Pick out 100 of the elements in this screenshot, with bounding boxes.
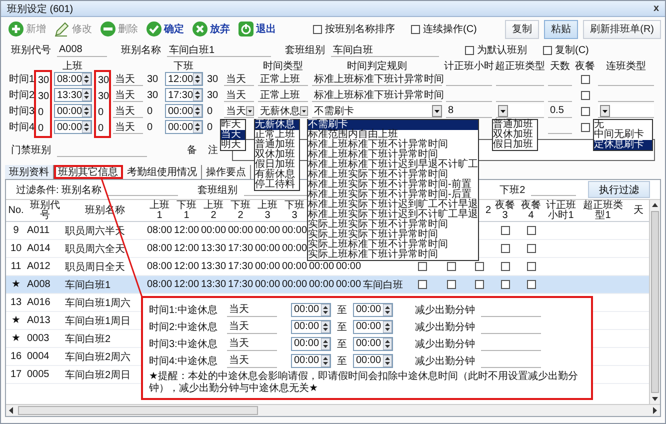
table-cell: 13:30	[201, 279, 226, 290]
table-cell-text: 职员周日全天	[65, 260, 125, 274]
table-cell: 0004	[27, 351, 50, 362]
table-cell: 16	[10, 351, 22, 362]
table-cell: 00:00	[255, 225, 280, 236]
minutes-label: 减少出勤分钟	[415, 354, 475, 368]
table-cell: 13:30	[201, 243, 226, 254]
table-cell: 0003	[27, 333, 50, 344]
column-header: 计正班小时1	[545, 200, 577, 220]
table-cell: 0005	[27, 369, 50, 380]
table-cell: 00:00	[282, 261, 308, 272]
table-cell: 17:30	[228, 243, 254, 254]
filter-label: 过滤条件: 班别名称	[16, 184, 102, 196]
column-header: 下班	[172, 60, 194, 71]
table-cell: A011	[27, 225, 50, 236]
table-cell: 12:00	[174, 225, 200, 236]
table-cell: 12:00	[174, 261, 200, 272]
table-cell: 00:00	[336, 261, 362, 272]
table-cell-text: 车间白班1周日	[65, 314, 131, 328]
checkbox-label: 复制(C)	[555, 44, 589, 57]
time-label: 时间3	[9, 104, 35, 118]
table-cell: 13	[10, 297, 22, 308]
column-header: 班别代号	[29, 200, 61, 220]
star-icon: ★	[12, 315, 20, 326]
table-cell: 00:00	[255, 261, 280, 272]
to-label: 至	[337, 304, 347, 316]
column-header: 2	[485, 206, 491, 216]
star-icon: ★	[12, 333, 20, 344]
table-cell-text: 车间白班2	[65, 332, 111, 346]
checkbox-label: 按班别名称排序	[325, 22, 395, 36]
time-label: 时间1	[9, 72, 35, 86]
table-cell: A016	[27, 297, 50, 308]
filter-label: 套班组别	[198, 184, 238, 196]
window-title: 班别设定 (601)	[7, 2, 74, 16]
time-label: 时间4	[9, 120, 35, 134]
table-cell: 12:00	[174, 279, 200, 290]
table-cell: A012	[27, 261, 50, 272]
column-header: 超正班类型	[494, 60, 546, 71]
checkbox-label: 连续操作(C)	[423, 22, 477, 36]
table-cell: 00:00	[228, 225, 254, 236]
field-label: 备 注	[187, 144, 218, 157]
column-header: 上班3	[256, 200, 278, 220]
break-label: 时间3:中途休息	[149, 338, 218, 350]
column-header: 下班1	[176, 200, 198, 220]
column-header: No.	[8, 206, 24, 216]
column-header: 上班1	[148, 200, 170, 220]
table-cell: A013	[27, 315, 50, 326]
table-cell: 08:00	[147, 225, 172, 236]
table-cell: 00:00	[255, 279, 280, 290]
minutes-label: 减少出勤分钟	[415, 338, 475, 350]
table-cell-text: 职员周六全天	[65, 242, 125, 256]
to-label: 至	[337, 338, 347, 350]
table-cell-text: 车间白班2周日	[65, 368, 131, 382]
table-cell: 9	[13, 225, 19, 236]
table-cell: 00:00	[282, 225, 308, 236]
column-header: 夜餐3	[494, 200, 516, 220]
table-cell: 08:00	[147, 279, 172, 290]
table-cell: 10	[10, 243, 22, 254]
column-header: 天数	[549, 60, 571, 71]
table-cell: 00:00	[282, 279, 308, 290]
column-header: 超正班类型1	[582, 200, 624, 220]
column-header: 下班3	[284, 200, 306, 220]
field-label: 班别名称	[121, 44, 161, 57]
table-cell: A008	[27, 279, 50, 290]
to-label: 至	[337, 320, 347, 334]
table-cell: 00:00	[336, 279, 362, 290]
table-cell: 17:30	[228, 279, 254, 290]
reminder-text: ★提醒：本处的中途休息会影响请假，即请假时间会扣除中途休息时间（此时不用设置减少出勤分钟），减少出勤分钟与中途休息无关★	[149, 371, 579, 395]
field-label: 门禁班别	[11, 144, 51, 157]
column-header: 上班2	[202, 200, 224, 220]
table-cell: 08:00	[147, 243, 172, 254]
break-label: 时间1:中途休息	[149, 304, 218, 316]
star-icon: ★	[12, 279, 20, 290]
column-header: 连班类型	[605, 60, 647, 71]
table-cell: 17:30	[228, 261, 254, 272]
table-cell-text: 车间白班2周六	[65, 350, 131, 364]
table-cell: 00:00	[309, 261, 334, 272]
table-cell: 12:00	[174, 243, 200, 254]
to-label: 至	[337, 354, 347, 368]
table-cell: 17	[10, 369, 22, 380]
column-header: 下班2	[230, 200, 252, 220]
table-cell: 13:30	[201, 261, 226, 272]
column-header: 上班	[62, 60, 84, 71]
minutes-label: 减少出勤分钟	[415, 304, 475, 316]
column-header: 时间类型	[262, 60, 304, 71]
table-cell-text: 车间白班	[363, 278, 403, 292]
column-header: 时间判定规则	[346, 60, 408, 71]
table-cell: 00:00	[282, 243, 308, 254]
table-cell: 11	[10, 261, 22, 272]
column-header: 夜餐	[574, 60, 596, 71]
column-header: 天	[634, 206, 644, 216]
table-cell: 08:00	[147, 261, 172, 272]
checkbox-label: 为默认班别	[477, 44, 527, 57]
field-label: 套班组别	[285, 44, 325, 57]
table-cell: 00:00	[255, 243, 280, 254]
table-cell-text: 车间白班1周六	[65, 296, 131, 310]
minutes-label: 减少出勤分钟	[415, 320, 475, 334]
break-label: 时间2:中途休息	[149, 320, 218, 334]
field-label: 班别代号	[11, 44, 51, 57]
filter-label: 下班2	[500, 184, 526, 196]
